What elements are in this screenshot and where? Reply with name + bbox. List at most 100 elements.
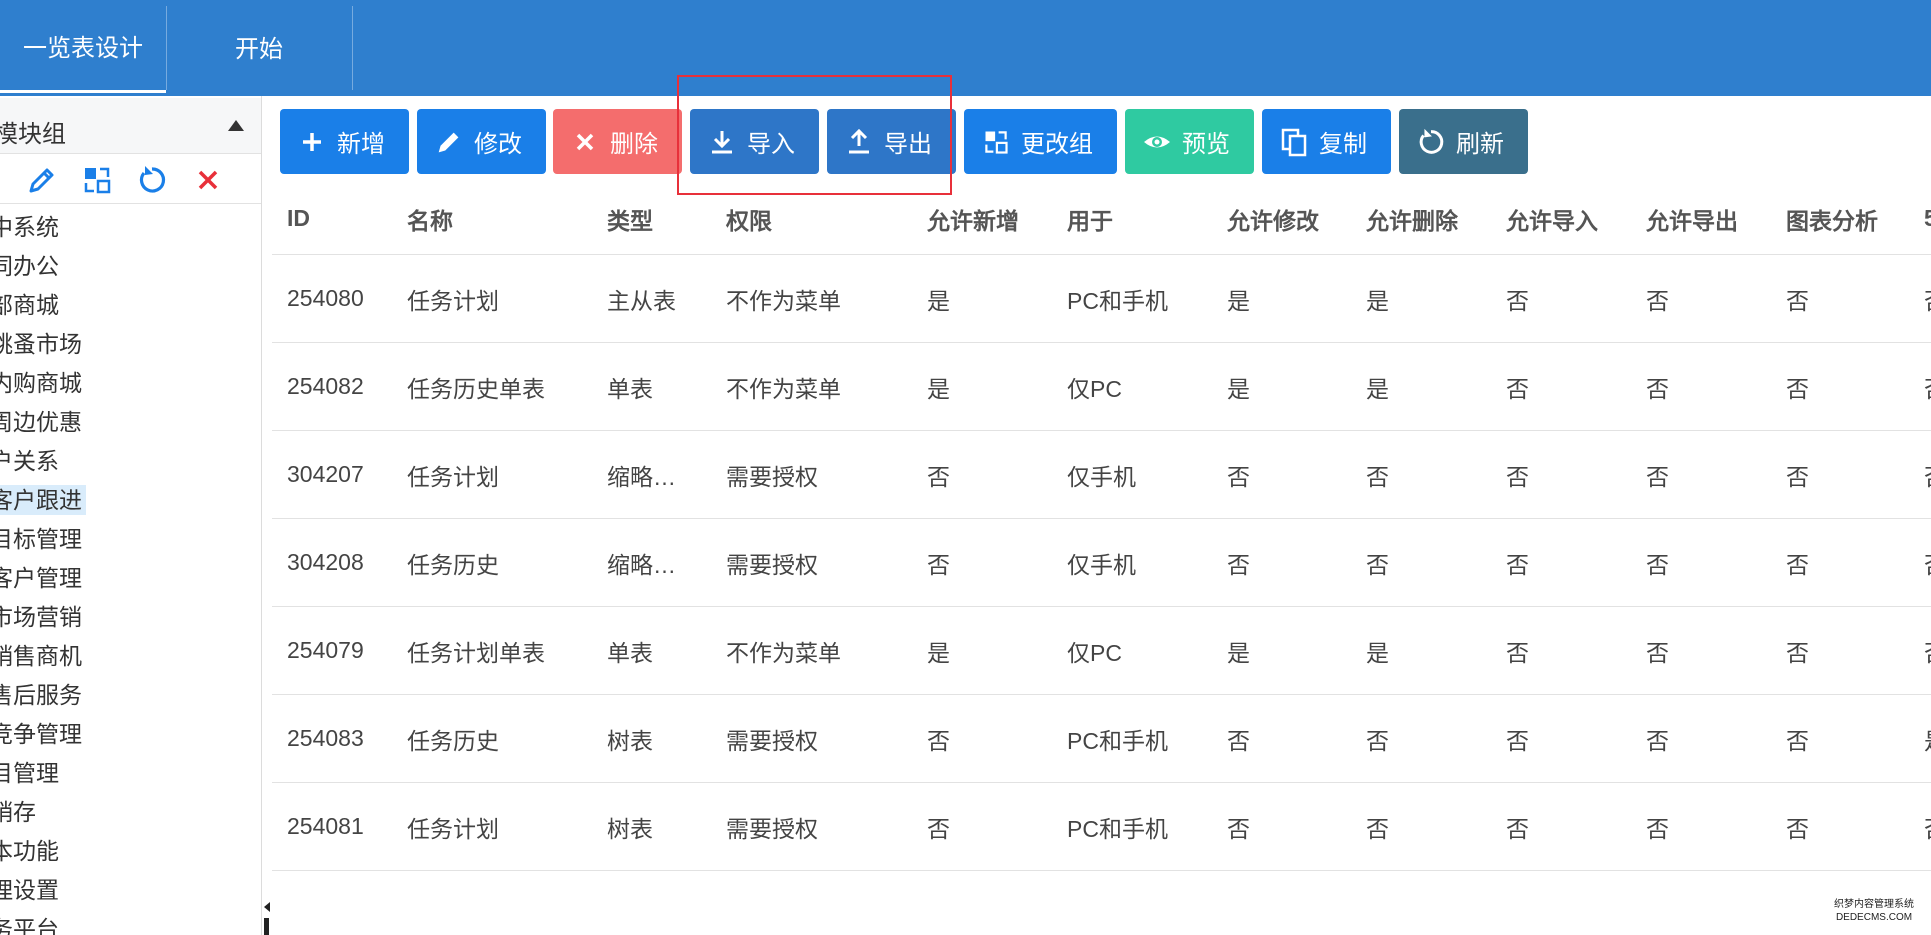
highlight-annotation-box	[677, 75, 952, 195]
table-cell: 任务计划	[407, 287, 499, 314]
table-cell: 否	[1646, 727, 1669, 754]
sidebar-item[interactable]: 销售商机	[0, 637, 261, 676]
table-row[interactable]: 304208 任务历史 缩略… 需要授权 否 仅手机 否 否 否 否 否 否	[272, 519, 1931, 607]
column-header[interactable]: ID	[287, 183, 310, 254]
close-icon	[570, 127, 600, 157]
table-cell: 否	[1227, 727, 1250, 754]
add-button-label: 新增	[337, 131, 385, 158]
swap-icon[interactable]	[81, 164, 113, 196]
delete-button[interactable]: 删除	[553, 109, 682, 174]
column-header[interactable]: 权限	[726, 183, 772, 254]
tab-start[interactable]: 开始	[166, 0, 352, 93]
table-cell: PC和手机	[1067, 815, 1168, 842]
sidebar-item[interactable]: 务平台	[0, 910, 261, 935]
table-cell: 否	[927, 815, 950, 842]
column-header[interactable]: 名称	[407, 183, 453, 254]
column-header[interactable]: 允许删除	[1366, 183, 1458, 254]
table-cell: 否	[1506, 375, 1529, 402]
table-cell: 否	[1924, 431, 1931, 518]
table-cell: 单表	[607, 375, 653, 402]
table-cell: 否	[1506, 463, 1529, 490]
table-cell: 254083	[287, 725, 364, 751]
table-cell: 否	[1924, 783, 1931, 870]
change-group-button[interactable]: 更改组	[964, 109, 1117, 174]
module-group-sidebar: 模块组 中系统 同办公 部商城 跳蚤市场 内购商城 周边优惠 户关系 客户跟进 …	[0, 96, 262, 935]
sidebar-item-active[interactable]: 客户跟进	[0, 481, 261, 520]
sidebar-item[interactable]: 售后服务	[0, 676, 261, 715]
add-button[interactable]: 新增	[280, 109, 409, 174]
column-header[interactable]: 允许修改	[1227, 183, 1319, 254]
close-icon[interactable]	[192, 164, 224, 196]
column-header[interactable]: 允许导入	[1506, 183, 1598, 254]
column-header[interactable]: 用于	[1067, 183, 1113, 254]
sidebar-module-list: 中系统 同办公 部商城 跳蚤市场 内购商城 周边优惠 户关系 客户跟进 目标管理…	[0, 208, 261, 935]
sidebar-item[interactable]: 客户管理	[0, 559, 261, 598]
plus-icon	[297, 127, 327, 157]
watermark-line1: 织梦内容管理系统	[1834, 899, 1914, 910]
table-cell: 254081	[287, 813, 364, 839]
sidebar-item[interactable]: 跳蚤市场	[0, 325, 261, 364]
table-cell: 否	[1786, 551, 1809, 578]
table-cell: 否	[1786, 815, 1809, 842]
swap-icon	[981, 127, 1011, 157]
table-cell: 254079	[287, 637, 364, 663]
table-row[interactable]: 254081 任务计划 树表 需要授权 否 PC和手机 否 否 否 否 否 否	[272, 783, 1931, 871]
table-cell: 304208	[287, 549, 364, 575]
table-cell: 否	[927, 463, 950, 490]
sidebar-item[interactable]: 理设置	[0, 871, 261, 910]
change-group-button-label: 更改组	[1021, 131, 1093, 158]
refresh-icon[interactable]	[136, 164, 168, 196]
sidebar-item[interactable]: 目标管理	[0, 520, 261, 559]
table-cell: 否	[1506, 551, 1529, 578]
edit-button[interactable]: 修改	[417, 109, 546, 174]
table-cell: 任务计划单表	[407, 639, 545, 666]
sidebar-item[interactable]: 内购商城	[0, 364, 261, 403]
preview-button[interactable]: 预览	[1125, 109, 1254, 174]
column-header[interactable]: 图表分析	[1786, 183, 1878, 254]
table-cell: PC和手机	[1067, 727, 1168, 754]
table-cell: 否	[1786, 375, 1809, 402]
table-cell: 否	[1506, 287, 1529, 314]
sidebar-item[interactable]: 部商城	[0, 286, 261, 325]
sidebar-item[interactable]: 市场营销	[0, 598, 261, 637]
table-cell: 是	[927, 287, 950, 314]
sidebar-item[interactable]: 本功能	[0, 832, 261, 871]
table-cell: 254082	[287, 373, 364, 399]
sidebar-item[interactable]: 竞争管理	[0, 715, 261, 754]
table-header-row: ID 名称 类型 权限 允许新增 用于 允许修改 允许删除 允许导入 允许导出 …	[272, 183, 1931, 255]
table-cell: 否	[1924, 519, 1931, 606]
tab-list-design[interactable]: 一览表设计	[0, 0, 166, 93]
scroll-left-arrow-icon[interactable]	[264, 902, 270, 912]
sidebar-item[interactable]: 同办公	[0, 247, 261, 286]
sidebar-item[interactable]: 目管理	[0, 754, 261, 793]
sidebar-item[interactable]: 中系统	[0, 208, 261, 247]
horizontal-scrollbar[interactable]	[264, 918, 269, 935]
column-header[interactable]: 类型	[607, 183, 653, 254]
table-cell: 是	[1227, 287, 1250, 314]
table-cell: 是	[1227, 639, 1250, 666]
refresh-button[interactable]: 刷新	[1399, 109, 1528, 174]
table-row[interactable]: 254079 任务计划单表 单表 不作为菜单 是 仅PC 是 是 否 否 否 否	[272, 607, 1931, 695]
sidebar-toolbar	[0, 154, 261, 204]
table-cell: 树表	[607, 815, 653, 842]
table-cell: 是	[1924, 695, 1931, 782]
table-row[interactable]: 254080 任务计划 主从表 不作为菜单 是 PC和手机 是 是 否 否 否 否	[272, 255, 1931, 343]
sidebar-item[interactable]: 周边优惠	[0, 403, 261, 442]
column-header[interactable]: 允许新增	[927, 183, 1019, 254]
table-row[interactable]: 254083 任务历史 树表 需要授权 否 PC和手机 否 否 否 否 否 是	[272, 695, 1931, 783]
collapse-arrow-icon[interactable]	[228, 120, 244, 131]
pencil-icon[interactable]	[26, 164, 58, 196]
column-header[interactable]: 5	[1924, 183, 1931, 254]
table-cell: 不作为菜单	[726, 639, 841, 666]
table-cell: 主从表	[607, 287, 676, 314]
sidebar-item[interactable]: 户关系	[0, 442, 261, 481]
sidebar-header[interactable]: 模块组	[0, 98, 261, 154]
copy-button[interactable]: 复制	[1262, 109, 1391, 174]
table-cell: 需要授权	[726, 551, 818, 578]
column-header[interactable]: 允许导出	[1646, 183, 1738, 254]
table-row[interactable]: 304207 任务计划 缩略… 需要授权 否 仅手机 否 否 否 否 否 否	[272, 431, 1931, 519]
edit-button-label: 修改	[474, 131, 522, 158]
table-row[interactable]: 254082 任务历史单表 单表 不作为菜单 是 仅PC 是 是 否 否 否 否	[272, 343, 1931, 431]
table-cell: 缩略…	[607, 463, 676, 490]
sidebar-item[interactable]: 销存	[0, 793, 261, 832]
